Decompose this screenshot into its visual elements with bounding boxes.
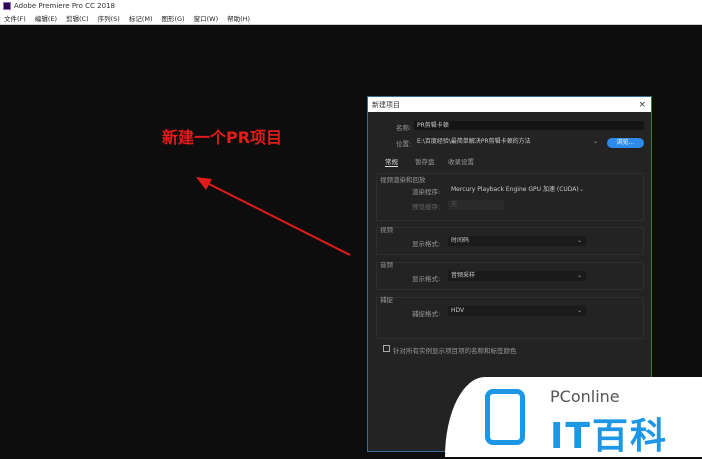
- chevron-down-icon: ⌄: [576, 237, 582, 244]
- location-select[interactable]: E:\百度经验\最简单解决PR剪辑卡顿的方法 ⌄: [414, 137, 602, 147]
- video-display-select[interactable]: 时间码 ⌄: [448, 236, 586, 246]
- render-group-title: 视频渲染和回放: [380, 176, 426, 184]
- audio-display-label: 显示格式:: [412, 275, 441, 283]
- video-group-title: 视频: [380, 226, 393, 234]
- audio-display-value: 音频采样: [451, 272, 476, 279]
- chevron-down-icon: ⌄: [578, 186, 584, 193]
- location-label: 位置:: [396, 140, 412, 148]
- tab-general[interactable]: 常规: [385, 156, 398, 167]
- audio-group-title: 音频: [380, 261, 393, 269]
- name-input[interactable]: PR剪辑卡顿: [414, 121, 644, 130]
- dialog-title: 新建项目: [372, 100, 400, 109]
- close-icon[interactable]: ×: [638, 100, 646, 110]
- show-labels-label: 针对所有实例显示项目项的名称和标签颜色: [393, 347, 517, 355]
- watermark-brand: PConline: [550, 387, 620, 406]
- chevron-down-icon: ⌄: [576, 307, 582, 314]
- pconline-watermark: PConline IT百科: [445, 377, 702, 457]
- capture-format-select[interactable]: HDV ⌄: [448, 306, 586, 316]
- pconline-logo-icon: [485, 389, 525, 445]
- dialog-header: 新建项目 ×: [368, 97, 651, 112]
- video-display-value: 时间码: [451, 237, 470, 244]
- capture-format-label: 捕捉格式:: [412, 310, 441, 318]
- capture-group: [376, 297, 644, 339]
- chevron-down-icon: ⌄: [576, 272, 582, 279]
- renderer-label: 渲染程序:: [412, 188, 441, 196]
- watermark-name: IT百科: [550, 416, 668, 457]
- location-value: E:\百度经验\最简单解决PR剪辑卡顿的方法: [417, 138, 531, 145]
- preview-cache-label: 预览缓存:: [412, 203, 441, 211]
- capture-group-title: 捕捉: [380, 296, 393, 304]
- chevron-down-icon: ⌄: [592, 138, 598, 145]
- browse-button[interactable]: 浏览...: [607, 138, 644, 148]
- capture-format-value: HDV: [451, 307, 465, 314]
- name-label: 名称:: [396, 124, 412, 132]
- video-display-label: 显示格式:: [412, 240, 441, 248]
- tab-scratch-disks[interactable]: 暂存盘: [415, 156, 435, 166]
- audio-display-select[interactable]: 音频采样 ⌄: [448, 271, 586, 281]
- tab-ingest-settings[interactable]: 收录设置: [448, 156, 474, 166]
- renderer-select[interactable]: Mercury Playback Engine GPU 加速 (CUDA) ⌄: [448, 185, 588, 195]
- renderer-value: Mercury Playback Engine GPU 加速 (CUDA): [451, 186, 579, 193]
- preview-cache-select[interactable]: 无: [448, 200, 504, 210]
- show-labels-checkbox[interactable]: [383, 345, 390, 352]
